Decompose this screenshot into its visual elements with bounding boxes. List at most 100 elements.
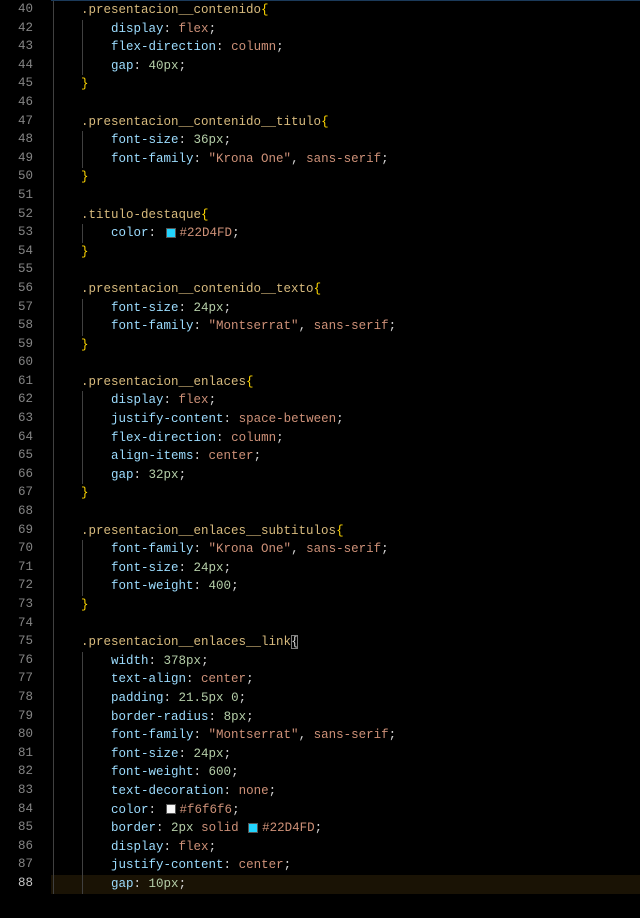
code-line[interactable]: text-decoration: none; (51, 782, 640, 801)
code-line[interactable]: } (51, 75, 640, 94)
code-line[interactable]: } (51, 484, 640, 503)
token-num: 32px (149, 468, 179, 482)
code-line[interactable]: align-items: center; (51, 447, 640, 466)
code-line[interactable]: display: flex; (51, 20, 640, 39)
code-line[interactable]: text-align: center; (51, 670, 640, 689)
indent (51, 840, 111, 854)
code-line[interactable] (51, 354, 640, 373)
token-val: #f6f6f6 (180, 803, 233, 817)
code-line[interactable]: font-family: "Montserrat", sans-serif; (51, 726, 640, 745)
code-line[interactable]: font-size: 36px; (51, 131, 640, 150)
code-area[interactable]: .presentacion__contenido{ display: flex;… (47, 0, 640, 894)
code-line[interactable] (51, 615, 640, 634)
token-punc: ; (232, 226, 240, 240)
token-brace: } (81, 598, 89, 612)
code-line[interactable]: } (51, 336, 640, 355)
code-line[interactable] (51, 261, 640, 280)
indent (51, 245, 81, 259)
line-number: 67 (0, 483, 47, 502)
indent (51, 431, 111, 445)
code-line[interactable]: border: 2px solid #22D4FD; (51, 819, 640, 838)
line-number: 80 (0, 725, 47, 744)
code-line[interactable]: gap: 32px; (51, 466, 640, 485)
indent (51, 877, 111, 891)
code-line[interactable]: .presentacion__contenido__texto{ (51, 280, 640, 299)
code-line[interactable]: font-family: "Krona One", sans-serif; (51, 150, 640, 169)
indent (51, 208, 81, 222)
color-swatch-icon[interactable] (166, 804, 176, 814)
token-str: "Montserrat" (209, 319, 299, 333)
code-line[interactable]: justify-content: space-between; (51, 410, 640, 429)
code-line[interactable]: display: flex; (51, 391, 640, 410)
token-punc (224, 691, 232, 705)
code-line[interactable]: .presentacion__enlaces__link{ (51, 633, 640, 652)
indent (51, 356, 81, 370)
code-editor[interactable]: 4042434445464748495051525354555657585960… (0, 0, 640, 894)
indent (51, 747, 111, 761)
token-prop: text-align (111, 672, 186, 686)
code-line[interactable]: padding: 21.5px 0; (51, 689, 640, 708)
color-swatch-icon[interactable] (248, 823, 258, 833)
token-punc: : (224, 412, 239, 426)
indent (51, 338, 81, 352)
code-line[interactable] (51, 503, 640, 522)
code-line[interactable]: } (51, 243, 640, 262)
code-line[interactable]: } (51, 168, 640, 187)
code-line[interactable]: width: 378px; (51, 652, 640, 671)
indent (51, 784, 111, 798)
code-line[interactable]: font-weight: 600; (51, 763, 640, 782)
code-line[interactable]: .presentacion__contenido{ (51, 0, 640, 20)
token-brace: } (81, 170, 89, 184)
code-line[interactable] (51, 187, 640, 206)
line-number: 70 (0, 539, 47, 558)
line-number: 42 (0, 19, 47, 38)
line-number: 58 (0, 316, 47, 335)
code-line[interactable]: flex-direction: column; (51, 429, 640, 448)
token-val: flex (179, 840, 209, 854)
code-line[interactable]: border-radius: 8px; (51, 708, 640, 727)
token-punc: ; (231, 765, 239, 779)
color-swatch-icon[interactable] (166, 228, 176, 238)
code-line[interactable]: display: flex; (51, 838, 640, 857)
code-line[interactable]: color: #f6f6f6; (51, 801, 640, 820)
code-line[interactable]: .presentacion__enlaces__subtitulos{ (51, 522, 640, 541)
token-sel: .presentacion__enlaces__link (81, 635, 291, 649)
line-number: 60 (0, 353, 47, 372)
token-punc: ; (239, 691, 247, 705)
token-val: center (201, 672, 246, 686)
indent (51, 654, 111, 668)
line-number: 63 (0, 409, 47, 428)
token-punc: : (194, 579, 209, 593)
indent (51, 77, 81, 91)
token-punc: ; (246, 672, 254, 686)
line-number: 43 (0, 37, 47, 56)
token-num: 40px (149, 59, 179, 73)
code-line[interactable]: gap: 10px; (51, 875, 640, 894)
token-prop: align-items (111, 449, 194, 463)
token-num: 378px (164, 654, 202, 668)
code-line[interactable]: justify-content: center; (51, 856, 640, 875)
code-line[interactable]: font-family: "Krona One", sans-serif; (51, 540, 640, 559)
token-punc: ; (179, 468, 187, 482)
code-line[interactable]: flex-direction: column; (51, 38, 640, 57)
code-line[interactable]: .presentacion__enlaces{ (51, 373, 640, 392)
code-line[interactable] (51, 94, 640, 113)
token-punc: ; (224, 561, 232, 575)
code-line[interactable]: font-size: 24px; (51, 559, 640, 578)
code-line[interactable]: font-size: 24px; (51, 299, 640, 318)
token-punc: ; (336, 412, 344, 426)
indent (51, 152, 111, 166)
line-number: 40 (0, 0, 47, 19)
code-line[interactable]: } (51, 596, 640, 615)
code-line[interactable]: gap: 40px; (51, 57, 640, 76)
token-punc: ; (224, 747, 232, 761)
code-line[interactable]: font-family: "Montserrat", sans-serif; (51, 317, 640, 336)
indent (51, 710, 111, 724)
code-line[interactable]: font-size: 24px; (51, 745, 640, 764)
token-punc: : (194, 542, 209, 556)
code-line[interactable]: color: #22D4FD; (51, 224, 640, 243)
code-line[interactable]: font-weight: 400; (51, 577, 640, 596)
code-line[interactable]: .titulo-destaque{ (51, 206, 640, 225)
token-punc: ; (276, 431, 284, 445)
code-line[interactable]: .presentacion__contenido__titulo{ (51, 113, 640, 132)
